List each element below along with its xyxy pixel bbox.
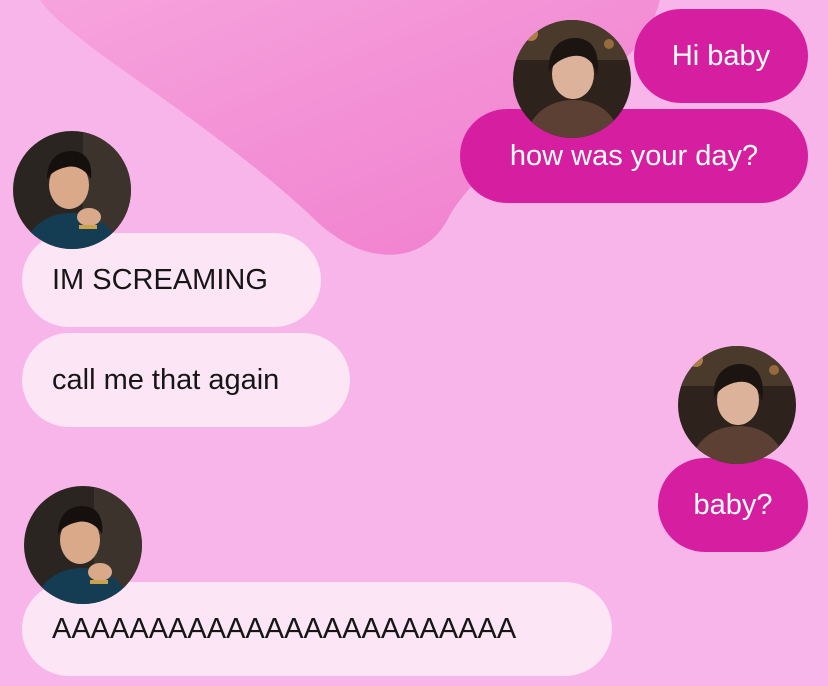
avatar-me[interactable] [513, 20, 631, 138]
contact-photo-icon [13, 131, 131, 249]
contact-photo-icon [513, 20, 631, 138]
avatar-me[interactable] [678, 346, 796, 464]
message-bubble-outgoing[interactable]: Hi baby [634, 9, 808, 103]
contact-photo-icon [678, 346, 796, 464]
message-text: call me that again [52, 363, 280, 396]
message-bubble-incoming[interactable]: call me that again [22, 333, 350, 427]
message-text: Hi baby [671, 39, 771, 72]
message-text: IM SCREAMING [52, 263, 268, 296]
avatar-them[interactable] [24, 486, 142, 604]
avatar-them[interactable] [13, 131, 131, 249]
message-bubble-outgoing[interactable]: baby? [658, 458, 808, 552]
message-text: how was your day? [509, 139, 759, 172]
contact-photo-icon [24, 486, 142, 604]
message-text: AAAAAAAAAAAAAAAAAAAAAAAA [52, 612, 517, 645]
message-text: baby? [693, 488, 773, 521]
message-bubble-outgoing[interactable]: how was your day? [460, 109, 808, 203]
chat-thread[interactable]: Hi baby how was your day? IM SCREAMING c… [0, 0, 828, 686]
